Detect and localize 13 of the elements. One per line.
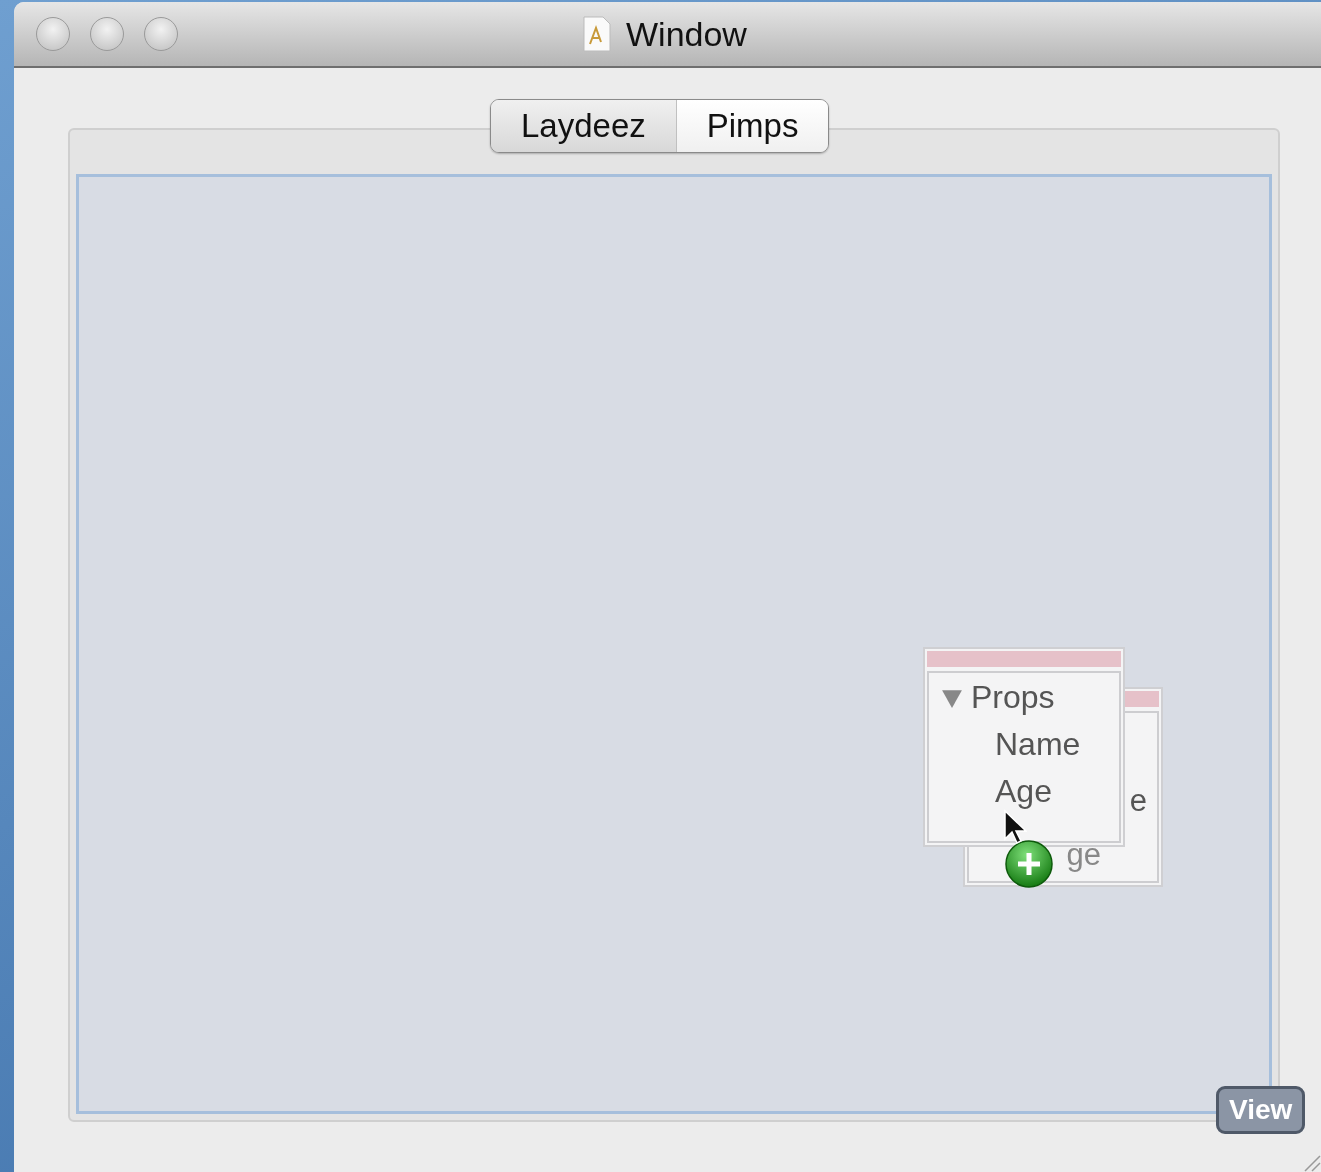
tab[interactable]: Pimps: [676, 100, 829, 152]
window-title: Window: [626, 14, 747, 54]
close-button[interactable]: [36, 17, 70, 51]
document-icon: [582, 16, 612, 52]
outline-group-label: Props: [971, 679, 1055, 716]
outline-item: ge: [1066, 837, 1101, 873]
zoom-button[interactable]: [144, 17, 178, 51]
minimize-button[interactable]: [90, 17, 124, 51]
outline-item: e: [1129, 783, 1147, 819]
outline-item: Name: [994, 726, 1081, 763]
tab[interactable]: Laydeez: [491, 100, 677, 152]
outline-item: Age: [994, 773, 1052, 810]
view-label: View: [1216, 1086, 1306, 1134]
